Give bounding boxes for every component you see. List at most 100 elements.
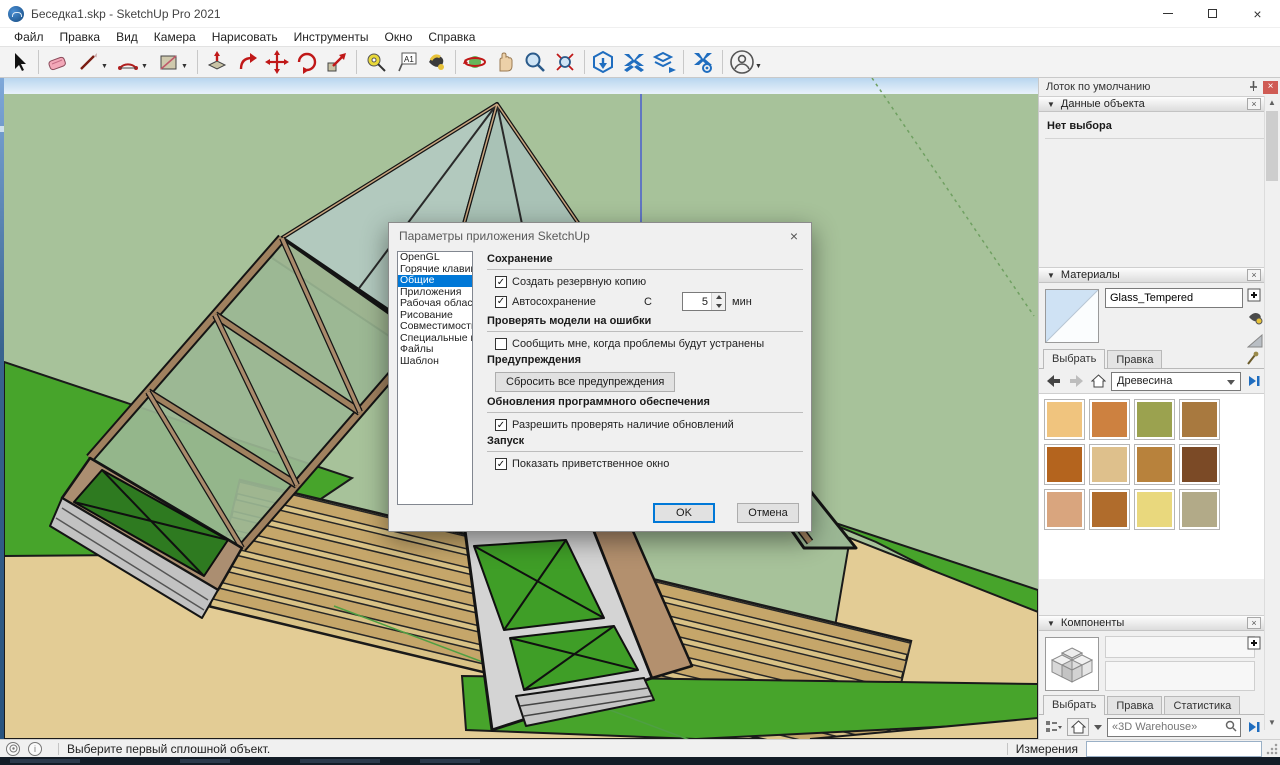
shapes-tool-button[interactable] [153,48,183,76]
category-drawing[interactable]: Рисование [398,310,472,322]
reset-warnings-button[interactable]: Сбросить все предупреждения [495,372,675,392]
line-tool-dropdown[interactable]: ▼ [101,63,111,70]
components-tab-select[interactable]: Выбрать [1043,695,1105,715]
preferences-category-list[interactable]: OpenGL Горячие клавиши Общие Приложения … [397,251,473,505]
scroll-up-icon[interactable]: ▲ [1265,96,1279,110]
show-welcome-checkbox[interactable]: ✓ [495,458,507,470]
home-icon[interactable] [1067,718,1089,736]
material-swatch[interactable] [1044,444,1085,485]
material-swatch[interactable] [1179,444,1220,485]
tray-scrollbar[interactable]: ▲ ▼ [1264,96,1278,730]
eraser-tool-button[interactable] [43,48,73,76]
rotate-tool-button[interactable] [292,48,322,76]
menu-draw[interactable]: Нарисовать [204,29,286,45]
autosave-checkbox[interactable]: ✓ [495,296,507,308]
material-swatch[interactable] [1089,444,1130,485]
extension-manager-button[interactable] [688,48,718,76]
components-section-bar[interactable]: ▼ Компоненты × [1039,615,1265,631]
forward-arrow-icon[interactable] [1067,372,1085,390]
spinner-down-icon[interactable] [712,302,725,311]
zoom-tool-button[interactable] [520,48,550,76]
close-button[interactable]: × [1235,0,1280,28]
menu-view[interactable]: Вид [108,29,146,45]
maximize-button[interactable] [1190,0,1235,28]
material-name-input[interactable] [1105,288,1243,308]
material-swatch[interactable] [1179,489,1220,530]
components-search-input[interactable] [1108,721,1222,733]
entity-info-section-bar[interactable]: ▼ Данные объекта × [1039,96,1265,112]
details-arrow-icon[interactable] [1245,372,1263,390]
home-icon[interactable] [1089,372,1107,390]
allow-updates-checkbox[interactable]: ✓ [495,419,507,431]
create-backup-checkbox[interactable]: ✓ [495,276,507,288]
entity-info-close-icon[interactable]: × [1247,98,1261,110]
chevron-down-icon[interactable] [1093,718,1103,736]
category-accessibility[interactable]: Специальные воз [398,333,472,345]
sample-paint-icon[interactable] [1245,351,1259,370]
text-tool-button[interactable]: A1 [391,48,421,76]
components-tab-statistics[interactable]: Статистика [1164,696,1240,714]
create-material-icon[interactable] [1247,311,1263,328]
pushpull-tool-button[interactable] [202,48,232,76]
arc-tool-dropdown[interactable]: ▼ [141,63,151,70]
autosave-minutes-spinner[interactable]: 5 [682,292,726,311]
menu-file[interactable]: Файл [6,29,52,45]
category-compatibility[interactable]: Совместимость [398,321,472,333]
search-icon[interactable] [1222,720,1240,735]
credits-info-icon[interactable]: i [28,742,42,756]
minimize-button[interactable] [1145,0,1190,28]
category-general[interactable]: Общие [398,275,472,287]
component-description-field[interactable] [1105,661,1255,691]
line-tool-button[interactable] [73,48,103,76]
spinner-up-icon[interactable] [712,293,725,302]
tape-measure-tool-button[interactable] [361,48,391,76]
display-pane-icon[interactable] [1247,288,1263,305]
material-swatch[interactable] [1089,399,1130,440]
category-template[interactable]: Шаблон [398,356,472,368]
material-swatch[interactable] [1134,399,1175,440]
material-swatch[interactable] [1044,489,1085,530]
category-opengl[interactable]: OpenGL [398,252,472,264]
menu-camera[interactable]: Камера [146,29,204,45]
scroll-thumb[interactable] [1266,111,1278,181]
pan-tool-button[interactable] [490,48,520,76]
scale-tool-button[interactable] [322,48,352,76]
tray-close-icon[interactable]: × [1263,81,1278,94]
share-model-button[interactable] [649,48,679,76]
category-applications[interactable]: Приложения [398,287,472,299]
resize-grip[interactable] [1266,743,1278,755]
menu-edit[interactable]: Правка [52,29,109,45]
geolocation-icon[interactable] [6,742,20,756]
menu-tools[interactable]: Инструменты [286,29,377,45]
materials-section-bar[interactable]: ▼ Материалы × [1039,267,1265,283]
pin-icon[interactable] [1248,80,1259,95]
components-close-icon[interactable]: × [1247,617,1261,629]
followme-tool-button[interactable] [232,48,262,76]
materials-close-icon[interactable]: × [1247,269,1261,281]
cancel-button[interactable]: Отмена [737,503,799,523]
component-name-field[interactable] [1105,636,1255,658]
material-swatch[interactable] [1134,489,1175,530]
material-swatch[interactable] [1179,399,1220,440]
account-dropdown[interactable]: ▼ [755,63,765,70]
menu-help[interactable]: Справка [420,29,483,45]
view-options-icon[interactable] [1045,718,1063,736]
zoom-extents-tool-button[interactable] [550,48,580,76]
materials-tab-select[interactable]: Выбрать [1043,349,1105,369]
material-swatch[interactable] [1044,399,1085,440]
orbit-tool-button[interactable] [460,48,490,76]
material-swatch[interactable] [1134,444,1175,485]
measurements-input[interactable] [1086,741,1262,757]
select-tool-button[interactable] [4,48,34,76]
components-tab-edit[interactable]: Правка [1107,696,1162,714]
move-tool-button[interactable] [262,48,292,76]
display-pane-icon[interactable] [1247,636,1263,653]
arc-tool-button[interactable] [113,48,143,76]
material-swatch[interactable] [1089,489,1130,530]
notify-fixed-checkbox[interactable] [495,338,507,350]
category-shortcuts[interactable]: Горячие клавиши [398,264,472,276]
category-workspace[interactable]: Рабочая область [398,298,472,310]
scroll-down-icon[interactable]: ▼ [1265,716,1279,730]
back-arrow-icon[interactable] [1045,372,1063,390]
details-arrow-icon[interactable] [1245,718,1263,736]
